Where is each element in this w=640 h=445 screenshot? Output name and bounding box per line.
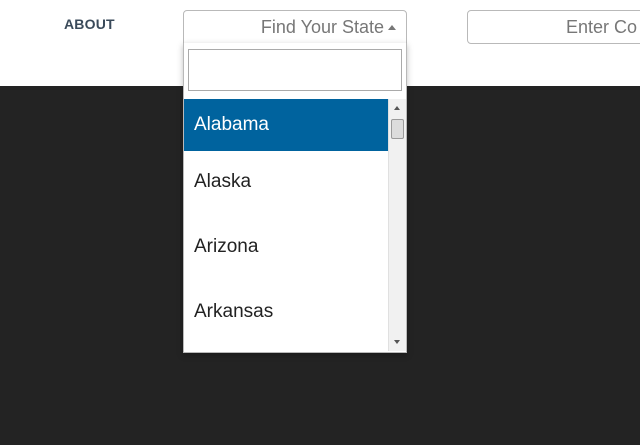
options-scrollbar[interactable] bbox=[388, 99, 406, 351]
nav-link-about[interactable]: ABOUT bbox=[64, 16, 115, 32]
state-options-list: Alabama Alaska Arizona Arkansas bbox=[184, 99, 388, 351]
option-alabama[interactable]: Alabama bbox=[184, 99, 388, 151]
caret-up-icon bbox=[388, 25, 396, 30]
state-dropdown-menu: Alabama Alaska Arizona Arkansas bbox=[183, 43, 407, 353]
option-arizona[interactable]: Arizona bbox=[184, 216, 388, 281]
scrollbar-thumb[interactable] bbox=[391, 119, 404, 139]
state-select-value: Find Your State bbox=[260, 16, 384, 37]
option-arkansas[interactable]: Arkansas bbox=[184, 281, 388, 346]
state-select[interactable]: Find Your State bbox=[183, 10, 407, 44]
option-alaska[interactable]: Alaska bbox=[184, 151, 388, 216]
enter-code-input[interactable] bbox=[467, 10, 640, 44]
state-search-input[interactable] bbox=[188, 49, 402, 91]
scroll-up-arrow-icon[interactable] bbox=[394, 106, 400, 110]
scroll-down-arrow-icon[interactable] bbox=[394, 340, 400, 344]
